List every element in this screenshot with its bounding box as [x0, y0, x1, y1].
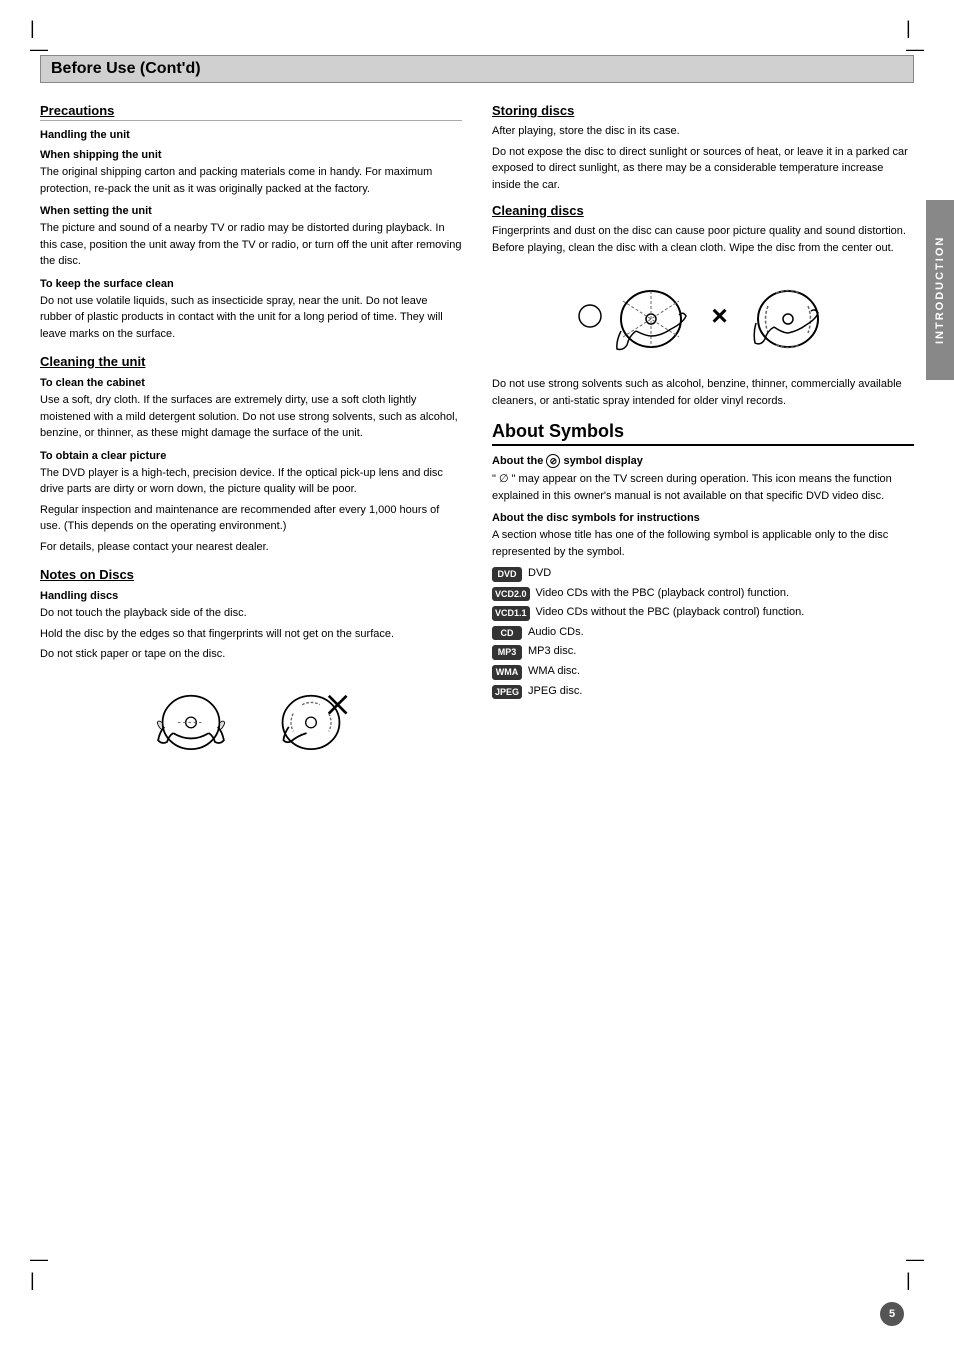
clear-picture-text1: The DVD player is a high-tech, precision… — [40, 465, 462, 498]
content-area: Precautions Handling the unit When shipp… — [40, 93, 914, 773]
cleaning-discs-heading: Cleaning discs — [492, 203, 914, 218]
vcd20-label: Video CDs with the PBC (playback control… — [536, 586, 790, 601]
storing-discs-text1: After playing, store the disc in its cas… — [492, 123, 914, 140]
corner-mark-bl: —| — [30, 1249, 48, 1291]
about-symbols-heading: About Symbols — [492, 421, 914, 446]
dvd-label: DVD — [528, 566, 551, 581]
disc-item-vcd20: VCD2.0 Video CDs with the PBC (playback … — [492, 586, 914, 602]
handling-discs-heading: Handling discs — [40, 590, 462, 602]
clear-picture-text2: Regular inspection and maintenance are r… — [40, 502, 462, 535]
surface-clean-text: Do not use volatile liquids, such as ins… — [40, 293, 462, 343]
left-column: Precautions Handling the unit When shipp… — [40, 93, 482, 773]
page-title: Before Use (Cont'd) — [40, 55, 914, 83]
symbol-display-heading: About the ⊘ symbol display — [492, 454, 914, 468]
disc-symbols-text: A section whose title has one of the fol… — [492, 527, 914, 560]
disc-item-wma: WMA WMA disc. — [492, 664, 914, 680]
disc-item-dvd: DVD DVD — [492, 566, 914, 582]
dvd-badge: DVD — [492, 567, 522, 582]
no-symbol-icon: ⊘ — [546, 454, 560, 468]
when-setting-heading: When setting the unit — [40, 205, 462, 217]
surface-clean-heading: To keep the surface clean — [40, 278, 462, 290]
disc-correct-icon — [151, 678, 231, 758]
disc-item-vcd11: VCD1.1 Video CDs without the PBC (playba… — [492, 605, 914, 621]
jpeg-label: JPEG disc. — [528, 684, 582, 699]
corner-mark-br: —| — [906, 1249, 924, 1291]
clean-cabinet-heading: To clean the cabinet — [40, 377, 462, 389]
corner-mark-tl: |— — [30, 18, 48, 60]
disc-item-mp3: MP3 MP3 disc. — [492, 644, 914, 660]
mp3-label: MP3 disc. — [528, 644, 576, 659]
page-container: |— |— —| —| INTRODUCTION Before Use (Con… — [0, 0, 954, 1351]
jpeg-badge: JPEG — [492, 685, 522, 700]
handling-discs-text3: Do not stick paper or tape on the disc. — [40, 646, 462, 663]
side-tab: INTRODUCTION — [926, 200, 954, 380]
wma-label: WMA disc. — [528, 664, 580, 679]
page-number: 5 — [880, 1302, 904, 1326]
disc-list: DVD DVD VCD2.0 Video CDs with the PBC (p… — [492, 566, 914, 699]
when-setting-text: The picture and sound of a nearby TV or … — [40, 220, 462, 270]
disc-incorrect-icon — [271, 678, 351, 758]
disc-wipe-correct-icon — [611, 271, 691, 361]
vcd11-label: Video CDs without the PBC (playback cont… — [536, 605, 805, 620]
solvents-text: Do not use strong solvents such as alcoh… — [492, 376, 914, 409]
handling-discs-text1: Do not touch the playback side of the di… — [40, 605, 462, 622]
disc-wipe-incorrect-icon — [748, 271, 828, 361]
mp3-badge: MP3 — [492, 645, 522, 660]
precautions-heading: Precautions — [40, 103, 462, 121]
cleaning-unit-heading: Cleaning the unit — [40, 354, 462, 369]
correct-circle-icon — [578, 281, 603, 351]
notes-discs-heading: Notes on Discs — [40, 567, 462, 582]
correct-cleaning-group — [578, 271, 691, 361]
x-separator: × — [711, 300, 727, 332]
corner-mark-tr: |— — [906, 18, 924, 60]
disc-symbols-heading: About the disc symbols for instructions — [492, 512, 914, 524]
handling-unit-heading: Handling the unit — [40, 129, 462, 141]
cd-label: Audio CDs. — [528, 625, 584, 640]
disc-item-cd: CD Audio CDs. — [492, 625, 914, 641]
disc-item-jpeg: JPEG JPEG disc. — [492, 684, 914, 700]
cd-badge: CD — [492, 626, 522, 641]
clear-picture-text3: For details, please contact your nearest… — [40, 539, 462, 556]
right-column: Storing discs After playing, store the d… — [482, 93, 914, 773]
cleaning-discs-text: Fingerprints and dust on the disc can ca… — [492, 223, 914, 256]
clean-cabinet-text: Use a soft, dry cloth. If the surfaces a… — [40, 392, 462, 442]
storing-discs-text2: Do not expose the disc to direct sunligh… — [492, 144, 914, 194]
vcd20-badge: VCD2.0 — [492, 587, 530, 602]
storing-discs-heading: Storing discs — [492, 103, 914, 118]
symbol-display-text: " ∅ " may appear on the TV screen during… — [492, 471, 914, 504]
disc-images-left — [40, 678, 462, 758]
vcd11-badge: VCD1.1 — [492, 606, 530, 621]
disc-images-right: × — [492, 271, 914, 361]
when-shipping-heading: When shipping the unit — [40, 149, 462, 161]
handling-discs-text2: Hold the disc by the edges so that finge… — [40, 626, 462, 643]
when-shipping-text: The original shipping carton and packing… — [40, 164, 462, 197]
clear-picture-heading: To obtain a clear picture — [40, 450, 462, 462]
wma-badge: WMA — [492, 665, 522, 680]
